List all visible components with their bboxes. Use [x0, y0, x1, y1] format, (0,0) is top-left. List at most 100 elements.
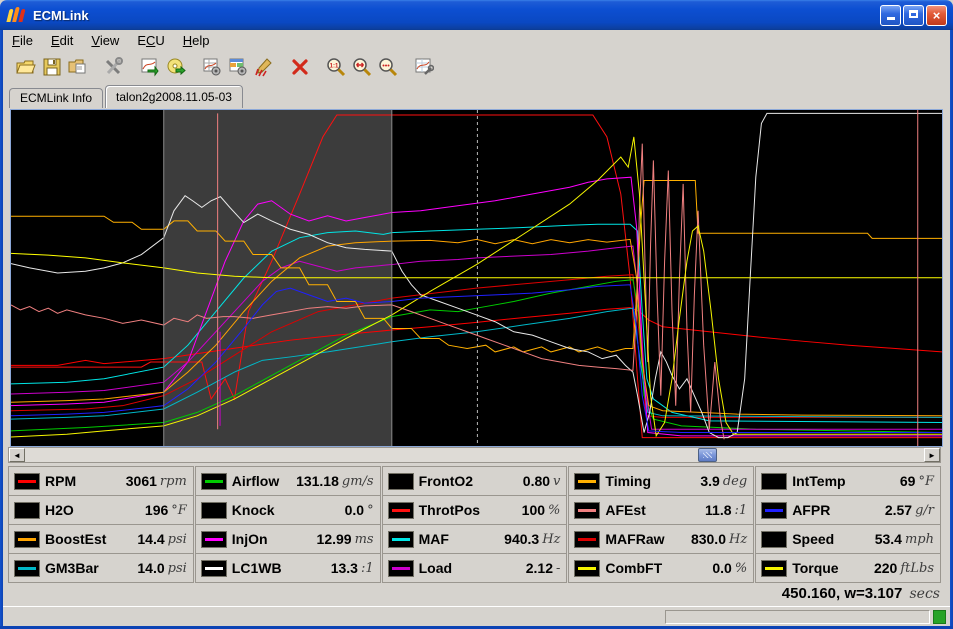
trace-name: BoostEst: [45, 531, 106, 547]
legend-cell-maf[interactable]: MAF940.3Hz: [382, 524, 568, 554]
menu-file[interactable]: File: [3, 31, 42, 50]
trace-color-line: [578, 480, 596, 483]
trace-swatch[interactable]: [574, 502, 600, 519]
trace-unit: ms: [355, 532, 374, 547]
resize-grip[interactable]: [933, 610, 946, 624]
import-log-button[interactable]: [65, 54, 91, 80]
trace-swatch[interactable]: [761, 560, 787, 577]
export-cd-button[interactable]: [163, 54, 189, 80]
trace-color-line: [205, 538, 223, 541]
trace-unit: :1: [735, 503, 748, 518]
log-graph[interactable]: [11, 110, 942, 446]
trace-swatch[interactable]: [201, 473, 227, 490]
maximize-button[interactable]: [903, 5, 924, 26]
delete-button[interactable]: [287, 54, 313, 80]
menu-help[interactable]: Help: [174, 31, 219, 50]
trace-name: GM3Bar: [45, 560, 99, 576]
trace-color-line: [392, 567, 410, 570]
legend-cell-gm3bar[interactable]: GM3Bar14.0psi: [8, 553, 194, 583]
trace-unit: rpm: [160, 474, 187, 489]
trace-combft: [11, 253, 942, 277]
trace-unit: ftLbs: [900, 561, 934, 576]
tab-ecmlink-info[interactable]: ECMLink Info: [9, 88, 103, 108]
capture-settings-button[interactable]: [199, 54, 225, 80]
scroll-right-button[interactable]: ►: [924, 448, 940, 462]
legend-cell-torque[interactable]: Torque220ftLbs: [755, 553, 941, 583]
trace-swatch[interactable]: [388, 502, 414, 519]
trace-swatch[interactable]: [574, 473, 600, 490]
title-bar[interactable]: ECMLink ×: [0, 0, 953, 30]
legend-cell-timing[interactable]: Timing3.9deg: [568, 466, 754, 496]
trace-name: AFEst: [605, 502, 645, 518]
table-gear-icon: [202, 57, 222, 77]
close-button[interactable]: ×: [926, 5, 947, 26]
cursor-info: 450.160, w=3.107 secs: [782, 585, 940, 602]
trace-swatch[interactable]: [14, 531, 40, 548]
trace-swatch[interactable]: [201, 531, 227, 548]
graph-horizontal-scrollbar: ◄ ►: [8, 447, 941, 463]
zoom-one-to-one-button[interactable]: 1:1: [323, 54, 349, 80]
scrollbar-thumb[interactable]: [698, 448, 717, 462]
legend-cell-fronto2[interactable]: FrontO20.80v: [382, 466, 568, 496]
trace-lc1wb: [11, 113, 942, 437]
open-log-button[interactable]: [13, 54, 39, 80]
folder-import-icon: [68, 57, 88, 77]
trace-airflow: [11, 280, 942, 433]
trace-swatch[interactable]: [574, 531, 600, 548]
trace-swatch[interactable]: [761, 502, 787, 519]
trace-swatch[interactable]: [14, 502, 40, 519]
open-folder-icon: [16, 57, 36, 77]
export-image-button[interactable]: [137, 54, 163, 80]
trace-swatch[interactable]: [761, 473, 787, 490]
cursor-position-unit: secs: [910, 586, 941, 602]
trace-swatch[interactable]: [201, 560, 227, 577]
scroll-left-button[interactable]: ◄: [9, 448, 25, 462]
trace-value: 0.80: [523, 473, 550, 489]
menu-ecu[interactable]: ECU: [128, 31, 173, 50]
trace-swatch[interactable]: [201, 502, 227, 519]
trace-swatch[interactable]: [388, 560, 414, 577]
zoom-fit-horizontal-button[interactable]: [349, 54, 375, 80]
trace-name: ThrotPos: [419, 502, 480, 518]
legend-cell-boostest[interactable]: BoostEst14.4psi: [8, 524, 194, 554]
legend-cell-lc1wb[interactable]: LC1WB13.3:1: [195, 553, 381, 583]
trace-unit: :1: [361, 561, 374, 576]
trace-swatch[interactable]: [574, 560, 600, 577]
legend-cell-combft[interactable]: CombFT0.0%: [568, 553, 754, 583]
trace-name: CombFT: [605, 560, 662, 576]
scrollbar-track[interactable]: [25, 448, 924, 462]
trace-name: Knock: [232, 502, 275, 518]
tools-button[interactable]: [101, 54, 127, 80]
trace-unit: v: [553, 474, 560, 489]
save-log-button[interactable]: [39, 54, 65, 80]
pencil-delete-icon: [254, 57, 274, 77]
display-settings-button[interactable]: [225, 54, 251, 80]
legend-cell-afpr[interactable]: AFPR2.57g/r: [755, 495, 941, 525]
legend-cell-load[interactable]: Load2.12-: [382, 553, 568, 583]
trace-swatch[interactable]: [14, 473, 40, 490]
minimize-button[interactable]: [880, 5, 901, 26]
legend-cell-airflow[interactable]: Airflow131.18gm/s: [195, 466, 381, 496]
trace-swatch[interactable]: [388, 531, 414, 548]
legend-cell-speed[interactable]: Speed53.4mph: [755, 524, 941, 554]
trace-swatch[interactable]: [14, 560, 40, 577]
menu-view[interactable]: View: [82, 31, 128, 50]
trace-swatch[interactable]: [761, 531, 787, 548]
legend-cell-throtpos[interactable]: ThrotPos100%: [382, 495, 568, 525]
legend-cell-injon[interactable]: InjOn12.99ms: [195, 524, 381, 554]
trace-value: 12.99: [317, 531, 352, 547]
trace-unit: Hz: [729, 532, 747, 547]
clear-annotations-button[interactable]: [251, 54, 277, 80]
legend-cell-knock[interactable]: Knock0.0°: [195, 495, 381, 525]
trace-swatch[interactable]: [388, 473, 414, 490]
legend-cell-mafraw[interactable]: MAFRaw830.0Hz: [568, 524, 754, 554]
tab-log-file[interactable]: talon2g2008.11.05-03: [105, 85, 243, 108]
graph-settings-button[interactable]: [411, 54, 437, 80]
legend-cell-h2o[interactable]: H2O196°F: [8, 495, 194, 525]
legend-cell-inttemp[interactable]: IntTemp69°F: [755, 466, 941, 496]
legend-cell-rpm[interactable]: RPM3061rpm: [8, 466, 194, 496]
legend-cell-afest[interactable]: AFEst11.8:1: [568, 495, 754, 525]
menu-edit[interactable]: Edit: [42, 31, 82, 50]
zoom-custom-button[interactable]: [375, 54, 401, 80]
trace-color-line: [18, 538, 36, 541]
